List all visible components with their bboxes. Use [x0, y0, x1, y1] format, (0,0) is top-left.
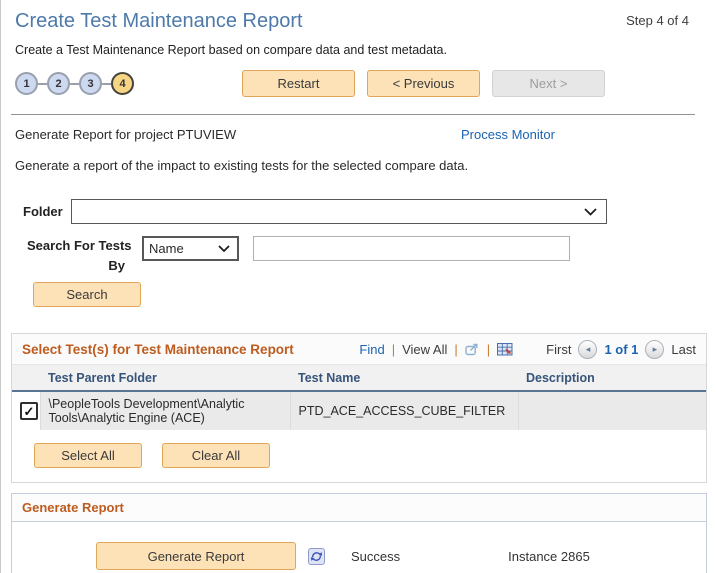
pagination-first-label: First	[546, 342, 571, 357]
toolbar-separator: |	[487, 342, 490, 357]
search-by-value: Name	[149, 241, 184, 256]
instance-text: Instance 2865	[508, 549, 590, 564]
select-all-button[interactable]: Select All	[34, 443, 142, 468]
pagination-last-label: Last	[671, 342, 696, 357]
cell-description	[518, 391, 706, 430]
cell-test-parent-folder: \PeopleTools Development\Analytic Tools\…	[40, 391, 290, 430]
pagination-prev-button[interactable]: ◂	[578, 340, 597, 359]
wizard-steps: 1 2 3 4	[15, 72, 134, 95]
chevron-down-icon	[584, 208, 597, 216]
report-description: Generate a report of the impact to exist…	[15, 158, 703, 173]
folder-select[interactable]	[71, 199, 607, 224]
generate-report-section: Generate Report Generate Report Success …	[11, 493, 707, 573]
step-counter: Step 4 of 4	[626, 13, 703, 28]
section-divider	[11, 114, 695, 115]
find-link[interactable]: Find	[359, 342, 384, 357]
create-test-maintenance-report-page: Create Test Maintenance Report Step 4 of…	[0, 0, 716, 573]
folder-label: Folder	[23, 204, 63, 219]
wizard-step-1: 1	[15, 72, 38, 95]
wizard-step-3: 3	[79, 72, 102, 95]
table-row: ✓ \PeopleTools Development\Analytic Tool…	[12, 391, 706, 430]
search-for-tests-label: Search For Tests	[27, 236, 139, 256]
page-header: Create Test Maintenance Report Step 4 of…	[1, 0, 716, 115]
wizard-step-2: 2	[47, 72, 70, 95]
tests-table: Test Parent Folder Test Name Description…	[12, 365, 706, 430]
view-all-link[interactable]: View All	[402, 342, 447, 357]
status-text: Success	[351, 549, 400, 564]
test-selection-grid: Select Test(s) for Test Maintenance Repo…	[11, 333, 707, 483]
clear-all-button[interactable]: Clear All	[162, 443, 270, 468]
column-header-description: Description	[518, 365, 706, 391]
generate-report-title: Generate Report	[22, 500, 124, 515]
download-grid-icon[interactable]	[497, 343, 513, 356]
grid-title: Select Test(s) for Test Maintenance Repo…	[22, 342, 294, 357]
process-monitor-link[interactable]: Process Monitor	[461, 127, 555, 142]
toolbar-separator: |	[454, 342, 457, 357]
restart-button[interactable]: Restart	[242, 70, 355, 97]
search-by-select[interactable]: Name	[142, 236, 239, 261]
cell-test-name: PTD_ACE_ACCESS_CUBE_FILTER	[290, 391, 518, 430]
step-connector	[70, 83, 79, 85]
search-input[interactable]	[253, 236, 570, 261]
project-label: Generate Report for project PTUVIEW	[15, 127, 236, 142]
refresh-icon[interactable]	[308, 548, 325, 565]
generate-report-button[interactable]: Generate Report	[96, 542, 296, 570]
checkmark-icon: ✓	[24, 405, 35, 418]
pagination-next-button[interactable]: ▸	[645, 340, 664, 359]
chevron-left-icon: ◂	[586, 344, 591, 355]
next-button: Next >	[492, 70, 605, 97]
page-subtitle: Create a Test Maintenance Report based o…	[15, 43, 703, 57]
pagination-range: 1 of 1	[604, 342, 638, 357]
chevron-down-icon	[218, 245, 230, 252]
wizard-step-4-active: 4	[111, 72, 134, 95]
toolbar-separator: |	[392, 342, 395, 357]
row-checkbox[interactable]: ✓	[20, 402, 38, 420]
chevron-right-icon: ▸	[653, 344, 658, 355]
page-title: Create Test Maintenance Report	[15, 8, 303, 34]
column-header-select	[12, 365, 40, 391]
new-window-icon[interactable]	[465, 342, 480, 356]
column-header-test-parent-folder: Test Parent Folder	[40, 365, 290, 391]
step-connector	[38, 83, 47, 85]
column-header-test-name: Test Name	[290, 365, 518, 391]
search-button[interactable]: Search	[33, 282, 141, 307]
by-label: By	[27, 256, 139, 276]
step-connector	[102, 83, 111, 85]
previous-button[interactable]: < Previous	[367, 70, 480, 97]
